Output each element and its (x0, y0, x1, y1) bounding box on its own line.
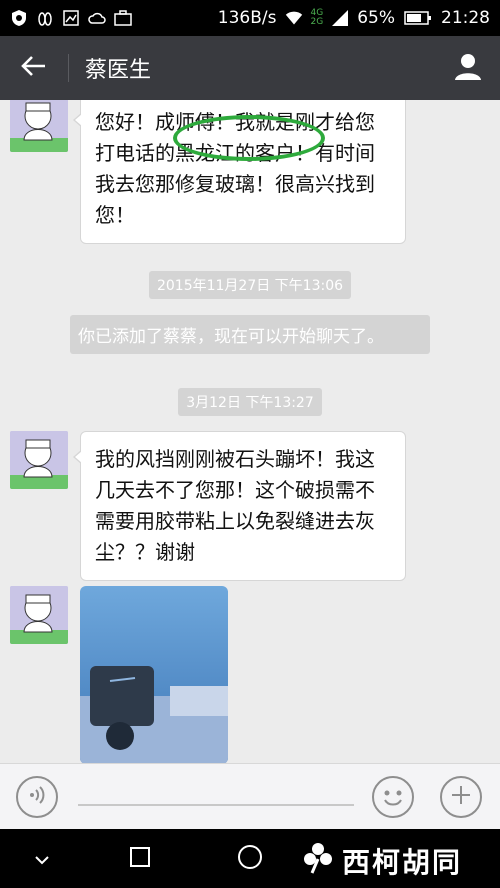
message-row (10, 586, 68, 644)
avatar[interactable] (10, 431, 68, 489)
system-nav-bar: 西柯胡同 (0, 829, 500, 888)
arrow-left-icon (21, 55, 47, 81)
emoji-button[interactable] (372, 776, 414, 818)
contact-name: 蔡医生 (85, 58, 152, 83)
image-icon (62, 9, 80, 27)
network-speed: 136B/s (217, 8, 277, 28)
image-message[interactable] (80, 586, 228, 763)
system-message: 你已添加了蔡蔡，现在可以开始聊天了。 (70, 315, 430, 354)
message-input[interactable] (78, 804, 354, 806)
smiley-icon (374, 790, 412, 820)
briefcase-icon (114, 9, 132, 27)
watermark: 西柯胡同 (300, 839, 462, 882)
status-bar: 136B/s 4G 2G 65% 21:28 (0, 0, 500, 36)
back-button[interactable] (0, 36, 68, 100)
message-row: 您好！成师傅！我就是刚才给您打电话的黑龙江的客户！有时间我去您那修复玻璃！很高兴… (10, 100, 406, 244)
message-row: 我的风挡刚刚被石头蹦坏！我这几天去不了您那！这个破损需不需要用胶带粘上以免裂缝进… (10, 431, 406, 581)
footprint-icon (36, 9, 54, 27)
avatar[interactable] (10, 586, 68, 644)
input-bar (0, 763, 500, 829)
cloud-icon (88, 9, 106, 27)
header-divider (68, 54, 69, 82)
flower-logo-icon (300, 839, 336, 882)
chat-header: 蔡医生 (0, 36, 500, 100)
shield-icon (10, 9, 28, 27)
circle-icon (237, 844, 263, 874)
timestamp: 2015年11月27日 下午13:06 (0, 271, 500, 299)
person-icon (453, 51, 483, 85)
wifi-icon (285, 9, 303, 27)
timestamp: 3月12日 下午13:27 (0, 388, 500, 416)
avatar[interactable] (10, 100, 68, 152)
plus-button[interactable] (440, 776, 482, 818)
profile-button[interactable] (436, 36, 500, 100)
message-bubble[interactable]: 您好！成师傅！我就是刚才给您打电话的黑龙江的客户！有时间我去您那修复玻璃！很高兴… (73, 100, 406, 244)
highlight-circle (173, 115, 325, 161)
battery-percent: 65% (357, 8, 395, 28)
voice-button[interactable] (16, 776, 58, 818)
battery-icon (403, 9, 433, 27)
plus-icon (450, 784, 472, 810)
nav-recents-button[interactable] (126, 845, 154, 873)
chevron-down-icon (34, 850, 50, 869)
network-type: 4G 2G (310, 8, 324, 27)
chat-area[interactable]: 您好！成师傅！我就是刚才给您打电话的黑龙江的客户！有时间我去您那修复玻璃！很高兴… (0, 100, 500, 763)
clock: 21:28 (441, 8, 490, 28)
square-icon (129, 846, 151, 872)
nav-hide-button[interactable] (28, 845, 56, 873)
nav-home-button[interactable] (236, 845, 264, 873)
voice-icon (26, 784, 48, 810)
signal-icon (331, 9, 349, 27)
message-bubble[interactable]: 我的风挡刚刚被石头蹦坏！我这几天去不了您那！这个破损需不需要用胶带粘上以免裂缝进… (73, 431, 406, 581)
